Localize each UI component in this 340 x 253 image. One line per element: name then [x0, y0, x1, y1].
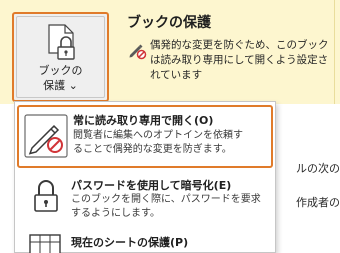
pencil-no-edit-icon: [24, 114, 68, 158]
workbook-lock-icon: [47, 24, 75, 60]
menu-item-title: 現在のシートの保護(P): [71, 236, 189, 249]
protect-workbook-button[interactable]: ブックの 保護 ⌄: [12, 12, 109, 102]
panel-desc-line: れています: [150, 69, 203, 81]
menu-desc-line: このブックを開く際に、パスワードを要求: [71, 194, 261, 205]
menu-desc-line: 閲覧者に編集へのオプトインを依頼す: [73, 130, 243, 141]
menu-item-title: 常に読み取り専用で開く(O): [73, 114, 214, 127]
chevron-down-icon: ⌄: [68, 79, 78, 92]
protect-dropdown-menu: 常に読み取り専用で開く(O) 閲覧者に編集へのオプトインを依頼す ることで偶発的…: [14, 101, 276, 253]
pencil-no-edit-icon: [129, 44, 147, 60]
panel-description: 偶発的な変更を防ぐため、このブック は読み取り専用にして開くよう設定さ れていま…: [150, 38, 334, 83]
menu-desc-line: するようにします。: [71, 208, 160, 219]
background-text: ルの次の項: [296, 162, 340, 175]
menu-item-encrypt-with-password[interactable]: パスワードを使用して暗号化(E) このブックを開く際に、パスワードを要求 するよ…: [17, 174, 273, 224]
menu-item-always-open-read-only[interactable]: 常に読み取り専用で開く(O) 閲覧者に編集へのオプトインを依頼す ることで偶発的…: [17, 105, 273, 168]
panel-edge: [334, 0, 340, 104]
protect-label-line2: 保護 ⌄: [39, 78, 83, 93]
protect-label-line1: ブックの: [38, 64, 83, 77]
menu-item-title: パスワードを使用して暗号化(E): [71, 179, 232, 192]
protect-label-text: 保護: [43, 79, 66, 92]
menu-item-description: このブックを開く際に、パスワードを要求 するようにします。: [71, 193, 261, 221]
menu-item-description: 閲覧者に編集へのオプトインを依頼す ることで偶発的な変更を防ぎます。: [73, 129, 243, 157]
menu-item-protect-current-sheet[interactable]: 現在のシートの保護(P): [17, 230, 273, 253]
panel-title: ブックの保護: [127, 15, 211, 31]
sheet-lock-icon: [29, 234, 61, 253]
background-text: 作成者の名: [296, 196, 340, 209]
protect-button-label: ブックの 保護 ⌄: [39, 63, 83, 93]
lock-key-icon: [34, 180, 58, 212]
panel-desc-line: は読み取り専用にして開くよう設定さ: [150, 54, 329, 66]
panel-desc-line: 偶発的な変更を防ぐため、このブック: [150, 39, 329, 51]
menu-desc-line: ることで偶発的な変更を防ぎます。: [73, 144, 232, 155]
